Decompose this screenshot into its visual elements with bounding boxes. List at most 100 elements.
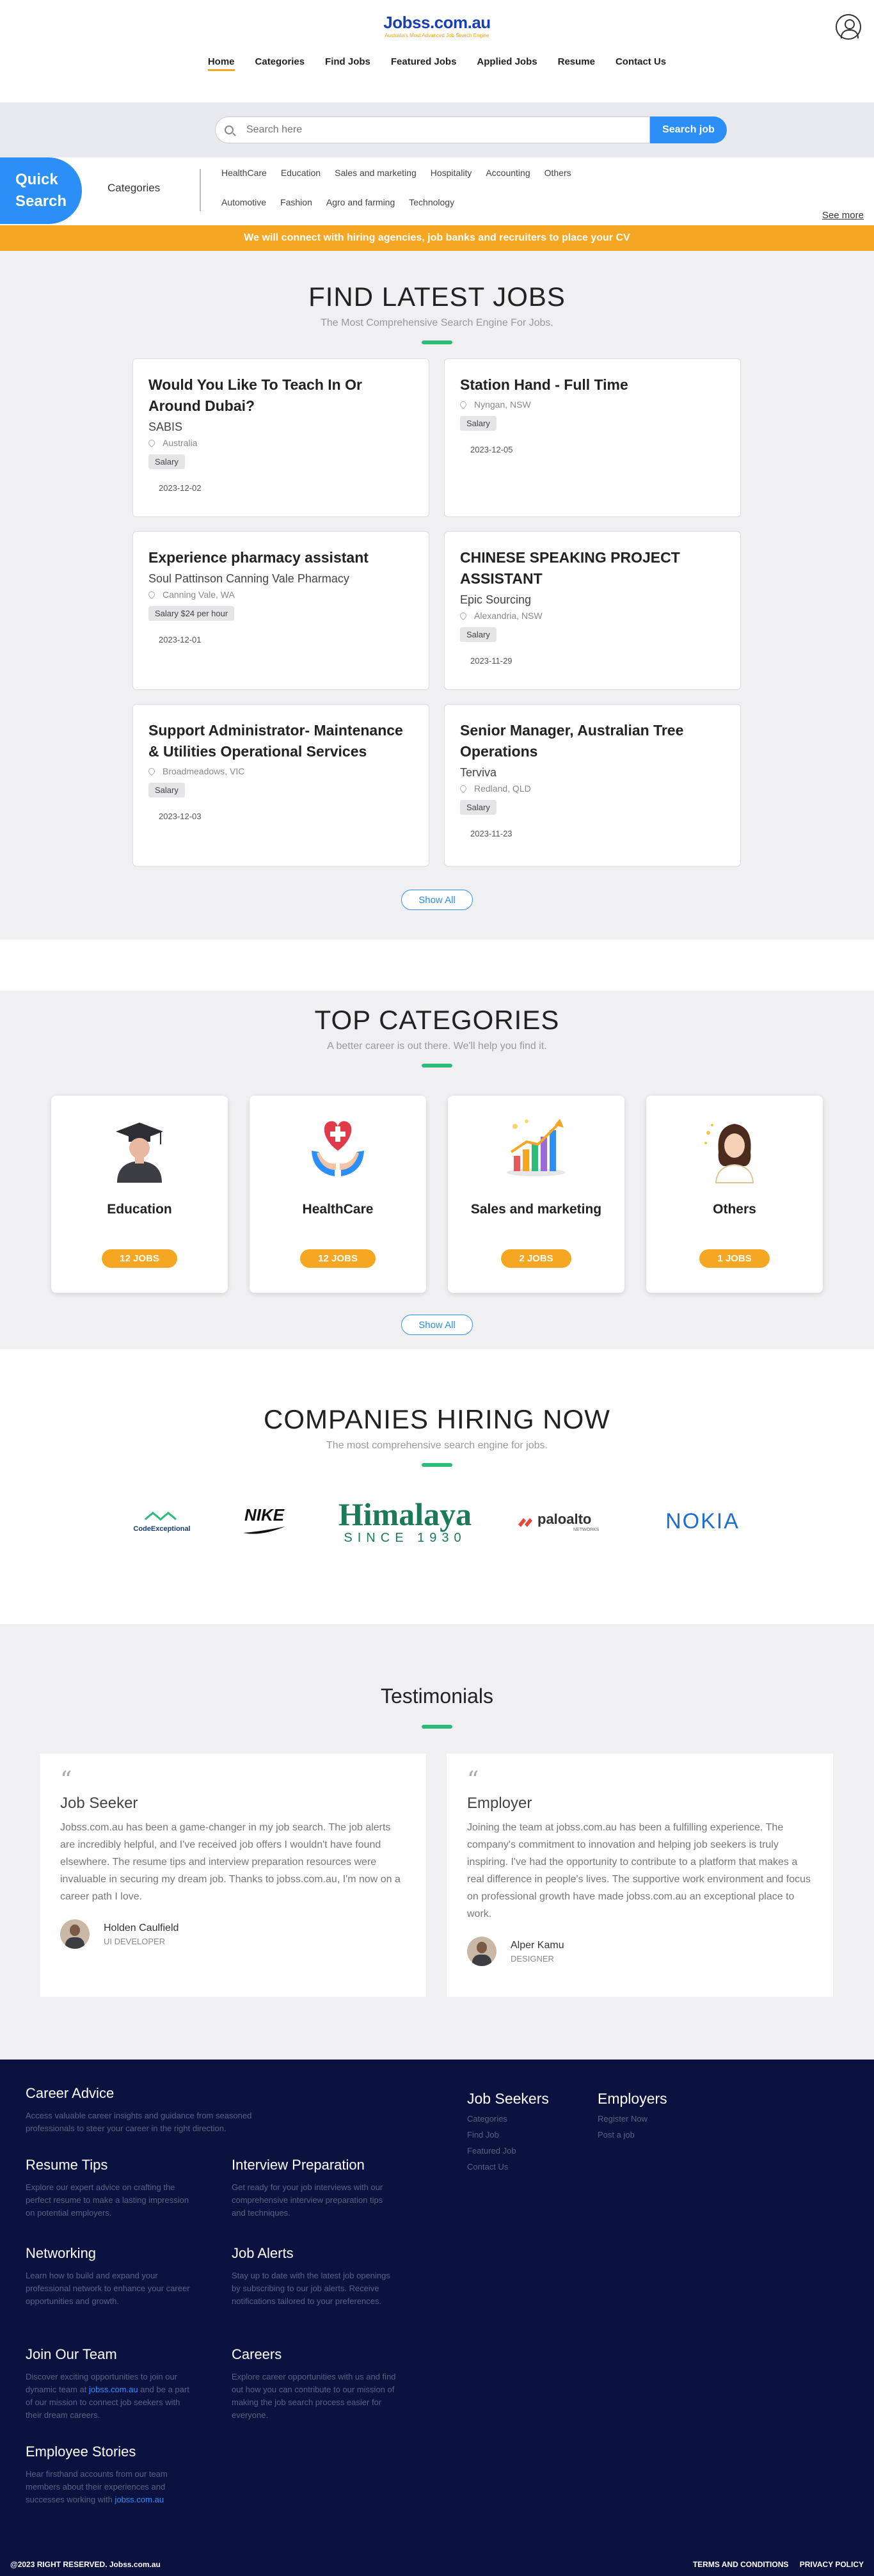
quote-icon: “ <box>60 1767 72 1793</box>
latest-jobs-subtitle: The Most Comprehensive Search Engine For… <box>321 317 553 328</box>
search-job-button[interactable]: Search job <box>650 116 727 143</box>
category-card-sales-marketing[interactable]: Sales and marketing 2 JOBS <box>448 1096 624 1293</box>
cv-banner: We will connect with hiring agencies, jo… <box>0 225 874 251</box>
nav-applied-jobs[interactable]: Applied Jobs <box>477 56 537 71</box>
top-categories-section: TOP CATEGORIES A better career is out th… <box>0 991 874 1349</box>
quick-category-automotive[interactable]: Automotive <box>221 197 266 207</box>
job-location-text: Australia <box>163 438 198 448</box>
footer-block-title[interactable]: Employee Stories <box>26 2444 192 2460</box>
user-account-icon[interactable] <box>836 14 861 40</box>
job-title[interactable]: Support Administrator- Maintenance & Uti… <box>148 720 413 762</box>
footer-block-title[interactable]: Career Advice <box>26 2085 294 2102</box>
search-input[interactable] <box>246 124 579 136</box>
footer-link-contact-us[interactable]: Contact Us <box>467 2162 549 2172</box>
latest-jobs-section: FIND LATEST JOBS The Most Comprehensive … <box>0 251 874 940</box>
category-card-healthcare[interactable]: HealthCare 12 JOBS <box>250 1096 426 1293</box>
job-title[interactable]: CHINESE SPEAKING PROJECT ASSISTANT <box>460 547 725 589</box>
nav-contact-us[interactable]: Contact Us <box>616 56 666 71</box>
job-salary-badge: Salary <box>460 800 497 815</box>
company-logos: CodeExceptional NIKE Himalaya SINCE 1930… <box>0 1498 874 1546</box>
footer-link-find-job[interactable]: Find Job <box>467 2130 549 2140</box>
jobs-show-all-button[interactable]: Show All <box>401 890 473 910</box>
category-card-others[interactable]: Others 1 JOBS <box>646 1096 823 1293</box>
footer-block-text: Explore our expert advice on crafting th… <box>26 2182 189 2218</box>
footer-block-title[interactable]: Join Our Team <box>26 2346 192 2363</box>
job-company: SABIS <box>148 420 183 433</box>
site-footer: Career Advice Access valuable career ins… <box>0 2060 874 2576</box>
quick-category-hospitality[interactable]: Hospitality <box>431 168 472 178</box>
nike-logo[interactable]: NIKE <box>235 1505 293 1539</box>
title-underline <box>422 1725 452 1729</box>
category-job-count[interactable]: 2 JOBS <box>501 1249 571 1268</box>
footer-block-text: Learn how to build and expand your profe… <box>26 2271 190 2306</box>
category-card-education[interactable]: Education 12 JOBS <box>51 1096 228 1293</box>
nav-categories[interactable]: Categories <box>255 56 305 71</box>
nav-resume[interactable]: Resume <box>558 56 595 71</box>
job-location-text: Canning Vale, WA <box>163 589 235 600</box>
category-job-count[interactable]: 12 JOBS <box>300 1249 376 1268</box>
job-card[interactable]: Experience pharmacy assistant Soul Patti… <box>132 531 429 690</box>
logo-title[interactable]: Jobss.com.au <box>0 13 874 33</box>
footer-link-post-job[interactable]: Post a job <box>598 2130 667 2140</box>
title-underline <box>422 340 452 344</box>
quick-category-technology[interactable]: Technology <box>409 197 454 207</box>
nav-featured-jobs[interactable]: Featured Jobs <box>391 56 457 71</box>
footer-block-title[interactable]: Careers <box>232 2346 398 2363</box>
site-logo[interactable]: Jobss.com.au Australia's Most Advanced J… <box>0 13 874 38</box>
himalaya-logo[interactable]: Himalaya SINCE 1930 <box>331 1498 479 1546</box>
nokia-text: NOKIA <box>665 1509 740 1533</box>
footer-link-categories[interactable]: Categories <box>467 2114 549 2124</box>
job-card[interactable]: Support Administrator- Maintenance & Uti… <box>132 704 429 867</box>
job-location-text: Alexandria, NSW <box>474 611 543 621</box>
quick-category-accounting[interactable]: Accounting <box>486 168 530 178</box>
footer-block-title[interactable]: Resume Tips <box>26 2157 192 2173</box>
footer-link-featured-job[interactable]: Featured Job <box>467 2146 549 2156</box>
job-card[interactable]: Would You Like To Teach In Or Around Dub… <box>132 358 429 517</box>
category-name: HealthCare <box>302 1202 374 1217</box>
see-more-link[interactable]: See more <box>822 210 864 221</box>
job-date: 2023-11-23 <box>470 829 512 838</box>
job-card[interactable]: CHINESE SPEAKING PROJECT ASSISTANT Epic … <box>444 531 741 690</box>
paloalto-logo[interactable]: paloalto NETWORKS <box>517 1511 619 1532</box>
nokia-logo[interactable]: NOKIA <box>658 1509 747 1534</box>
footer-link-register-now[interactable]: Register Now <box>598 2114 667 2124</box>
job-title[interactable]: Would You Like To Teach In Or Around Dub… <box>148 374 413 417</box>
footer-bottom-bar: @2023 RIGHT RESERVED. Jobss.com.au TERMS… <box>10 2560 864 2569</box>
job-card[interactable]: Senior Manager, Australian Tree Operatio… <box>444 704 741 867</box>
footer-block-interview-preparation: Interview Preparation Get ready for your… <box>232 2157 398 2220</box>
footer-block-title[interactable]: Networking <box>26 2245 192 2262</box>
footer-block-resume-tips: Resume Tips Explore our expert advice on… <box>26 2157 192 2220</box>
category-job-count[interactable]: 12 JOBS <box>102 1249 177 1268</box>
quick-search-divider <box>200 169 201 211</box>
job-title[interactable]: Experience pharmacy assistant <box>148 547 413 568</box>
privacy-link[interactable]: PRIVACY POLICY <box>800 2560 864 2569</box>
job-card[interactable]: Station Hand - Full Time Nyngan, NSW Sal… <box>444 358 741 517</box>
footer-list-title: Employers <box>598 2090 667 2107</box>
footer-inline-link[interactable]: jobss.com.au <box>115 2495 164 2504</box>
quick-category-fashion[interactable]: Fashion <box>280 197 312 207</box>
quick-category-healthcare[interactable]: HealthCare <box>221 168 267 178</box>
quick-search-pill: Quick Search <box>0 157 82 224</box>
job-title[interactable]: Station Hand - Full Time <box>460 374 725 396</box>
quick-category-agro-farming[interactable]: Agro and farming <box>326 197 395 207</box>
footer-block-title[interactable]: Job Alerts <box>232 2245 398 2262</box>
location-pin-icon <box>458 611 468 621</box>
footer-block-title[interactable]: Interview Preparation <box>232 2157 398 2173</box>
category-job-count[interactable]: 1 JOBS <box>699 1249 770 1268</box>
job-title[interactable]: Senior Manager, Australian Tree Operatio… <box>460 720 725 762</box>
search-band: Search job <box>0 102 874 157</box>
author-name: Alper Kamu <box>511 1939 564 1951</box>
codeexceptional-logo[interactable]: CodeExceptional <box>127 1510 197 1533</box>
graduate-icon <box>104 1114 175 1184</box>
nav-home[interactable]: Home <box>207 56 235 71</box>
quick-category-education[interactable]: Education <box>281 168 321 178</box>
quick-category-others[interactable]: Others <box>544 168 571 178</box>
nav-find-jobs[interactable]: Find Jobs <box>325 56 370 71</box>
nike-text: NIKE <box>244 1505 285 1524</box>
job-location-text: Redland, QLD <box>474 783 531 794</box>
footer-inline-link[interactable]: jobss.com.au <box>89 2385 138 2394</box>
terms-link[interactable]: TERMS AND CONDITIONS <box>693 2560 789 2569</box>
category-name: Others <box>713 1202 756 1217</box>
quick-category-sales-marketing[interactable]: Sales and marketing <box>335 168 417 178</box>
categories-show-all-button[interactable]: Show All <box>401 1315 473 1335</box>
